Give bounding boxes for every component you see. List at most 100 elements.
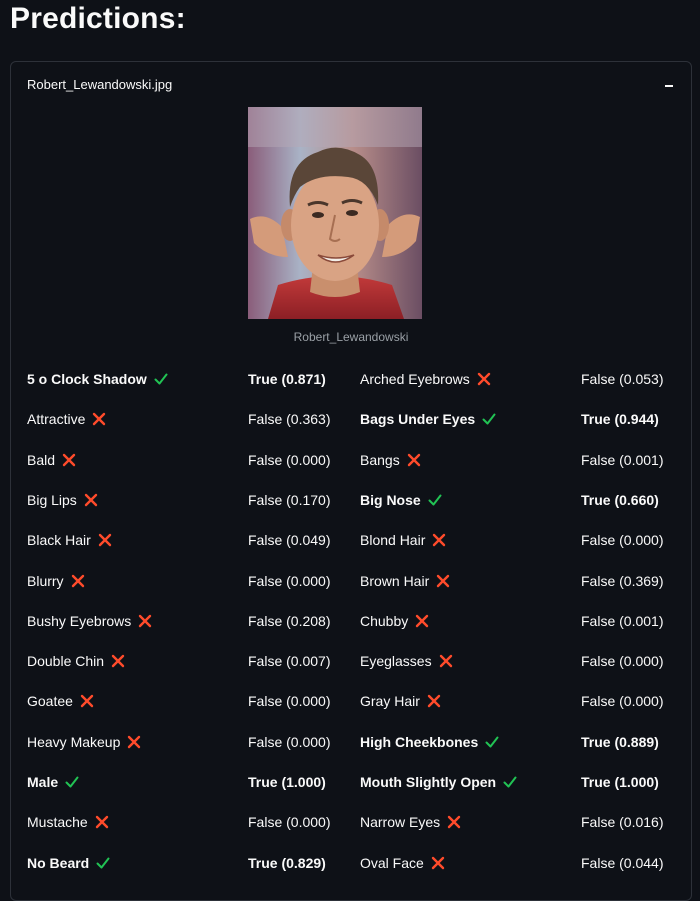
cross-icon [84, 493, 98, 507]
attribute-name: Oval Face [360, 851, 445, 875]
expander-header[interactable]: Robert_Lewandowski.jpg [11, 62, 691, 108]
attribute-label: Big Lips [27, 491, 77, 508]
prediction-value: True (0.871) [248, 371, 326, 387]
prediction-value: True (1.000) [581, 774, 659, 790]
attribute-name: Attractive [27, 407, 106, 431]
prediction-row: Male True (1.000) Mouth Slightly Open True … [11, 770, 691, 794]
prediction-value: False (0.000) [248, 733, 331, 750]
attribute-name: Brown Hair [360, 569, 450, 593]
attribute-name: No Beard [27, 851, 110, 875]
prediction-row: No Beard True (0.829) Oval Face False (0.04… [11, 851, 691, 875]
cross-icon [139, 614, 152, 627]
prediction-value: False (0.007) [248, 653, 331, 670]
prediction-value: False (0.000) [581, 653, 664, 670]
attribute-label: Goatee [27, 693, 73, 710]
attribute-label: Bald [27, 451, 56, 468]
attribute-label: Attractive [27, 411, 86, 428]
attribute-label: Narrow Eyes [360, 814, 441, 831]
check-icon [485, 736, 499, 748]
attribute-label: Mouth Slightly Open [360, 774, 497, 790]
attribute-name: Blurry [27, 569, 85, 593]
prediction-row: Bald False (0.000) Bangs False (0.001) [11, 448, 691, 472]
attribute-label: Eyeglasses [360, 653, 432, 670]
prediction-value: False (0.016) [581, 814, 664, 831]
attribute-name: Double Chin [27, 649, 125, 673]
attribute-name: Bags Under Eyes [360, 407, 496, 431]
attribute-name: Mouth Slightly Open [360, 770, 517, 794]
attribute-name: 5 o Clock Shadow [27, 367, 168, 391]
page-heading: Predictions: [10, 2, 186, 35]
attribute-name: High Cheekbones [360, 730, 499, 754]
check-icon [503, 776, 517, 788]
attribute-label: Arched Eyebrows [360, 371, 470, 387]
prediction-value: False (0.000) [581, 693, 664, 710]
attribute-label: High Cheekbones [360, 733, 479, 750]
prediction-value: False (0.208) [248, 612, 331, 629]
prediction-value: True (0.660) [581, 491, 659, 508]
attribute-label: Oval Face [360, 854, 424, 871]
cross-icon [98, 533, 111, 547]
prediction-value: False (0.000) [248, 814, 331, 831]
cross-icon [93, 413, 106, 426]
prediction-value: False (0.000) [248, 451, 331, 468]
prediction-value: False (0.053) [581, 371, 664, 387]
prediction-value: False (0.000) [248, 572, 331, 589]
cross-icon [477, 372, 490, 386]
cross-icon [427, 695, 441, 708]
prediction-value: False (0.000) [248, 693, 331, 710]
prediction-row: Black Hair False (0.049) Blond Hair False (… [11, 528, 691, 552]
attribute-name: Goatee [27, 689, 94, 713]
attribute-label: Bushy Eyebrows [27, 612, 132, 629]
prediction-value: False (0.000) [581, 532, 664, 549]
attribute-label: Gray Hair [360, 693, 420, 710]
prediction-row: Bushy Eyebrows False (0.208) Chubby False (… [11, 609, 691, 633]
attribute-name: Eyeglasses [360, 649, 453, 673]
prediction-value: False (0.049) [248, 532, 331, 549]
prediction-row: Heavy Makeup False (0.000) High Cheekbones… [11, 730, 691, 754]
attribute-label: Big Nose [360, 491, 421, 508]
attribute-label: Chubby [360, 612, 409, 629]
expander-title: Robert_Lewandowski.jpg [27, 77, 173, 92]
cross-icon [95, 816, 108, 829]
attribute-label: Heavy Makeup [27, 733, 121, 750]
prediction-value: True (0.889) [581, 733, 659, 750]
prediction-value: True (0.829) [248, 854, 326, 871]
check-icon [96, 857, 110, 869]
attribute-label: Bags Under Eyes [360, 411, 476, 428]
attribute-label: No Beard [27, 854, 90, 871]
attribute-name: Heavy Makeup [27, 730, 141, 754]
attribute-name: Black Hair [27, 528, 112, 552]
check-icon [428, 494, 442, 506]
attribute-name: Chubby [360, 609, 429, 633]
prediction-row: Attractive False (0.363) Bags Under Eyes Tr… [11, 407, 691, 431]
cross-icon [128, 735, 141, 748]
prediction-row: Goatee False (0.000) Gray Hair False (0.000… [11, 689, 691, 713]
attribute-label: Double Chin [27, 653, 105, 670]
attribute-name: Narrow Eyes [360, 810, 461, 834]
attribute-label: Black Hair [27, 532, 91, 549]
attribute-label: Male [27, 774, 59, 790]
prediction-value: False (0.170) [248, 491, 331, 508]
attribute-label: Blurry [27, 572, 64, 589]
attribute-name: Arched Eyebrows [360, 367, 491, 391]
attribute-name: Male [27, 770, 79, 794]
attribute-name: Bushy Eyebrows [27, 609, 152, 633]
attribute-name: Bangs [360, 448, 421, 472]
attribute-name: Mustache [27, 810, 109, 834]
prediction-value: False (0.369) [581, 572, 664, 589]
attribute-label: Blond Hair [360, 532, 426, 549]
collapse-icon[interactable] [665, 85, 673, 87]
cross-icon [80, 695, 94, 708]
attribute-name: Blond Hair [360, 528, 446, 552]
cross-icon [416, 614, 429, 627]
face-image [248, 107, 422, 319]
attribute-name: Big Nose [360, 488, 442, 512]
cross-icon [447, 816, 461, 829]
attribute-name: Gray Hair [360, 689, 441, 713]
check-icon [154, 373, 168, 385]
prediction-row: Blurry False (0.000) Brown Hair False (0.36… [11, 569, 691, 593]
prediction-value: False (0.363) [248, 411, 331, 428]
attribute-name: Bald [27, 448, 76, 472]
prediction-value: False (0.001) [581, 451, 664, 468]
attribute-label: Bangs [360, 451, 400, 468]
